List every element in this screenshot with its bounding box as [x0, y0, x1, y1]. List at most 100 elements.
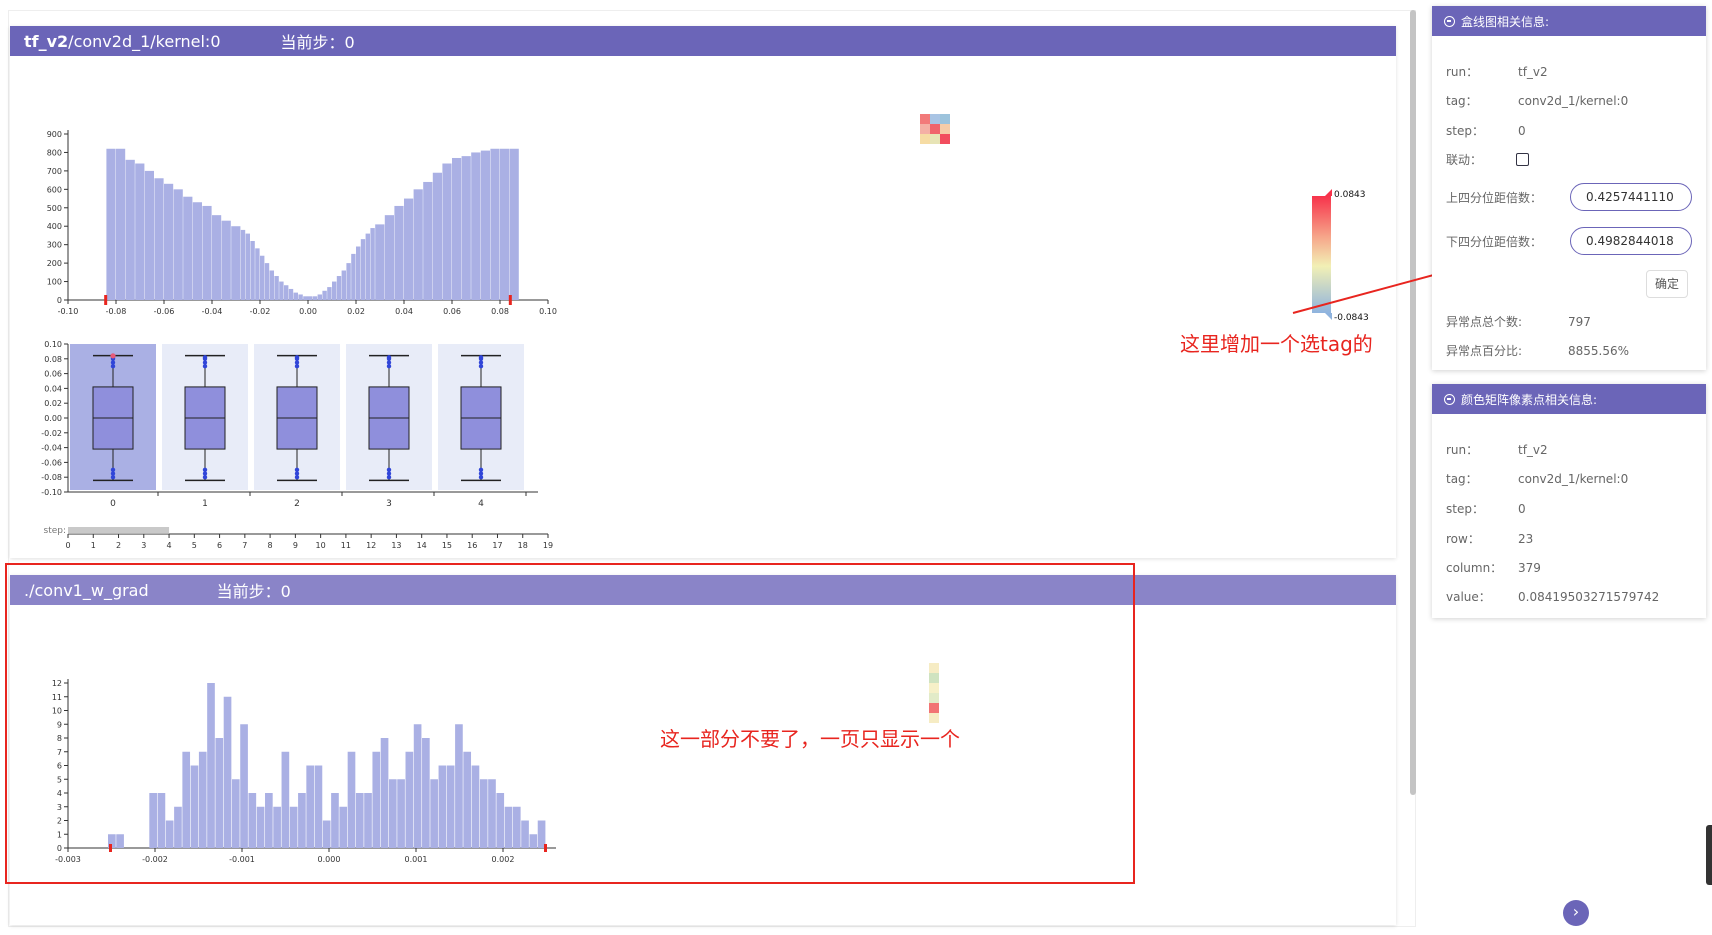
heatmap-cell [920, 134, 930, 144]
hist1-bar [480, 150, 490, 300]
step-slider-tick-label: 7 [242, 541, 247, 550]
legend-min-label: -0.0843 [1334, 313, 1369, 323]
box-outlier-point [294, 475, 300, 480]
step-slider-tick-label: 12 [366, 541, 376, 550]
hist1-min-marker [104, 295, 108, 305]
step-slider-tick-label: 13 [391, 541, 401, 550]
hist1-bar [192, 202, 202, 300]
step-slider-tick-label: 4 [167, 541, 172, 550]
confirm-button[interactable]: 确定 [1646, 270, 1688, 298]
hist1-bar [221, 220, 231, 300]
step-slider-tick-label: 8 [268, 541, 273, 550]
hist1-bar [423, 181, 433, 300]
step-slider-tick-label: 0 [65, 541, 70, 550]
box-y-tick-label: -0.02 [41, 429, 62, 438]
hist1-bar [284, 285, 289, 300]
hist1-bar [509, 148, 519, 300]
hist1-bar [293, 292, 298, 300]
hist1-bar [365, 233, 370, 300]
heatmap-cell [940, 134, 950, 144]
info-tag: tag： conv2d_1/kernel:0 [1446, 94, 1629, 108]
heatmap-cell [920, 114, 930, 124]
hist1-bar [471, 152, 481, 300]
box-outlier-point [386, 355, 392, 360]
hist1-bar [394, 205, 404, 300]
annotation-remove-part: 这一部分不要了，一页只显示一个 [660, 727, 960, 751]
hist1-y-tick-label: 0 [57, 296, 62, 305]
outlier-count: 异常点总个数: 797 [1446, 315, 1591, 329]
hist1-bar [125, 159, 135, 300]
hist1-y-tick-label: 300 [47, 241, 62, 250]
hist1-bar [413, 189, 423, 300]
upper-quartile-input[interactable]: 0.4257441110 [1570, 183, 1692, 211]
hist1-bar [461, 156, 471, 300]
hist1-bar [264, 263, 270, 300]
step-slider-tick-label: 2 [116, 541, 121, 550]
box-outlier-point [202, 475, 208, 480]
hist1-bar [432, 172, 442, 300]
legend-max-triangle [1325, 189, 1332, 196]
hist1-bar [322, 290, 327, 300]
lower-quartile-input[interactable]: 0.4982844018 [1570, 227, 1692, 255]
boxplot-info-header: 盒线图相关信息: [1432, 6, 1706, 36]
window-edge [1706, 825, 1712, 885]
hist1-bar [288, 288, 294, 300]
hist1-y-tick-label: 200 [47, 259, 62, 268]
box-x-tick-label: 4 [478, 499, 484, 509]
pixel-value: value： 0.08419503271579742 [1446, 590, 1660, 604]
box-x-tick-label: 2 [294, 499, 300, 509]
box-y-tick-label: 0.04 [44, 384, 62, 393]
step-slider-tick-label: 10 [316, 541, 326, 550]
outlier-percent: 异常点百分比: 8855.56% [1446, 344, 1630, 358]
box-outlier-point [478, 355, 484, 360]
hist1-bar [279, 281, 284, 300]
step-slider-tick-label: 17 [492, 541, 502, 550]
hist1-bar [173, 189, 183, 300]
main-scrollbar[interactable] [1410, 10, 1416, 795]
step-slider-tick-label: 15 [442, 541, 452, 550]
link-checkbox[interactable] [1516, 153, 1529, 166]
step-slider-tick-label: 1 [91, 541, 96, 550]
heatmap-cell [940, 114, 950, 124]
legend-min-triangle [1325, 313, 1332, 320]
hist1-x-tick-label: 0.10 [539, 307, 557, 316]
hist1-bar [154, 178, 164, 300]
hist1-bar [269, 270, 274, 300]
hist1-bar [202, 205, 212, 300]
hist1-bar [346, 263, 351, 300]
hist1-bar [303, 296, 313, 300]
hist1-x-tick-label: 0.08 [491, 307, 509, 316]
box-outlier-point [202, 364, 208, 369]
step-slider-brush[interactable] [68, 527, 170, 534]
hist1-x-tick-label: 0.06 [443, 307, 461, 316]
histogram-card-1: tf_v2/conv2d_1/kernel:0 当前步：0 900 800 700 6… [10, 26, 1396, 558]
box-x-tick-label: 1 [202, 499, 208, 509]
step-slider-tick-label: 14 [417, 541, 427, 550]
boxplot-info-panel: 盒线图相关信息: run： tf_v2 tag： conv2d_1/kernel:0… [1432, 6, 1706, 370]
hist1-bar [231, 226, 241, 300]
card-tag-1: tf_v2/conv2d_1/kernel:0 [24, 31, 221, 51]
minus-circle-icon [1444, 393, 1455, 405]
box-outlier-point [110, 475, 116, 480]
hist1-bar [240, 229, 246, 300]
hist1-y-tick-label: 700 [47, 167, 62, 176]
hist1-bar [332, 281, 337, 300]
hist1-bar [452, 157, 462, 300]
box-x-tick-label: 0 [110, 499, 116, 509]
box-outlier-point [294, 364, 300, 369]
hist1-x-tick-label: -0.10 [58, 307, 79, 316]
pixel-step: step： 0 [1446, 502, 1526, 516]
step-slider-label: step: [44, 526, 67, 536]
lower-quartile-label: 下四分位距倍数： [1446, 235, 1543, 249]
upper-quartile-label: 上四分位距倍数： [1446, 191, 1543, 205]
box-outlier-point [202, 355, 208, 360]
hist1-x-tick-label: -0.08 [106, 307, 127, 316]
hist1-bar [255, 248, 260, 300]
box-y-tick-label: 0.00 [44, 414, 62, 423]
pixel-column: column： 379 [1446, 561, 1541, 575]
hist1-bar [375, 224, 385, 300]
box-x-tick-label: 3 [386, 499, 392, 509]
annotation-red-box [5, 563, 1135, 884]
step-slider-tick-label: 3 [141, 541, 146, 550]
next-arrow-button[interactable]: › [1563, 900, 1589, 926]
